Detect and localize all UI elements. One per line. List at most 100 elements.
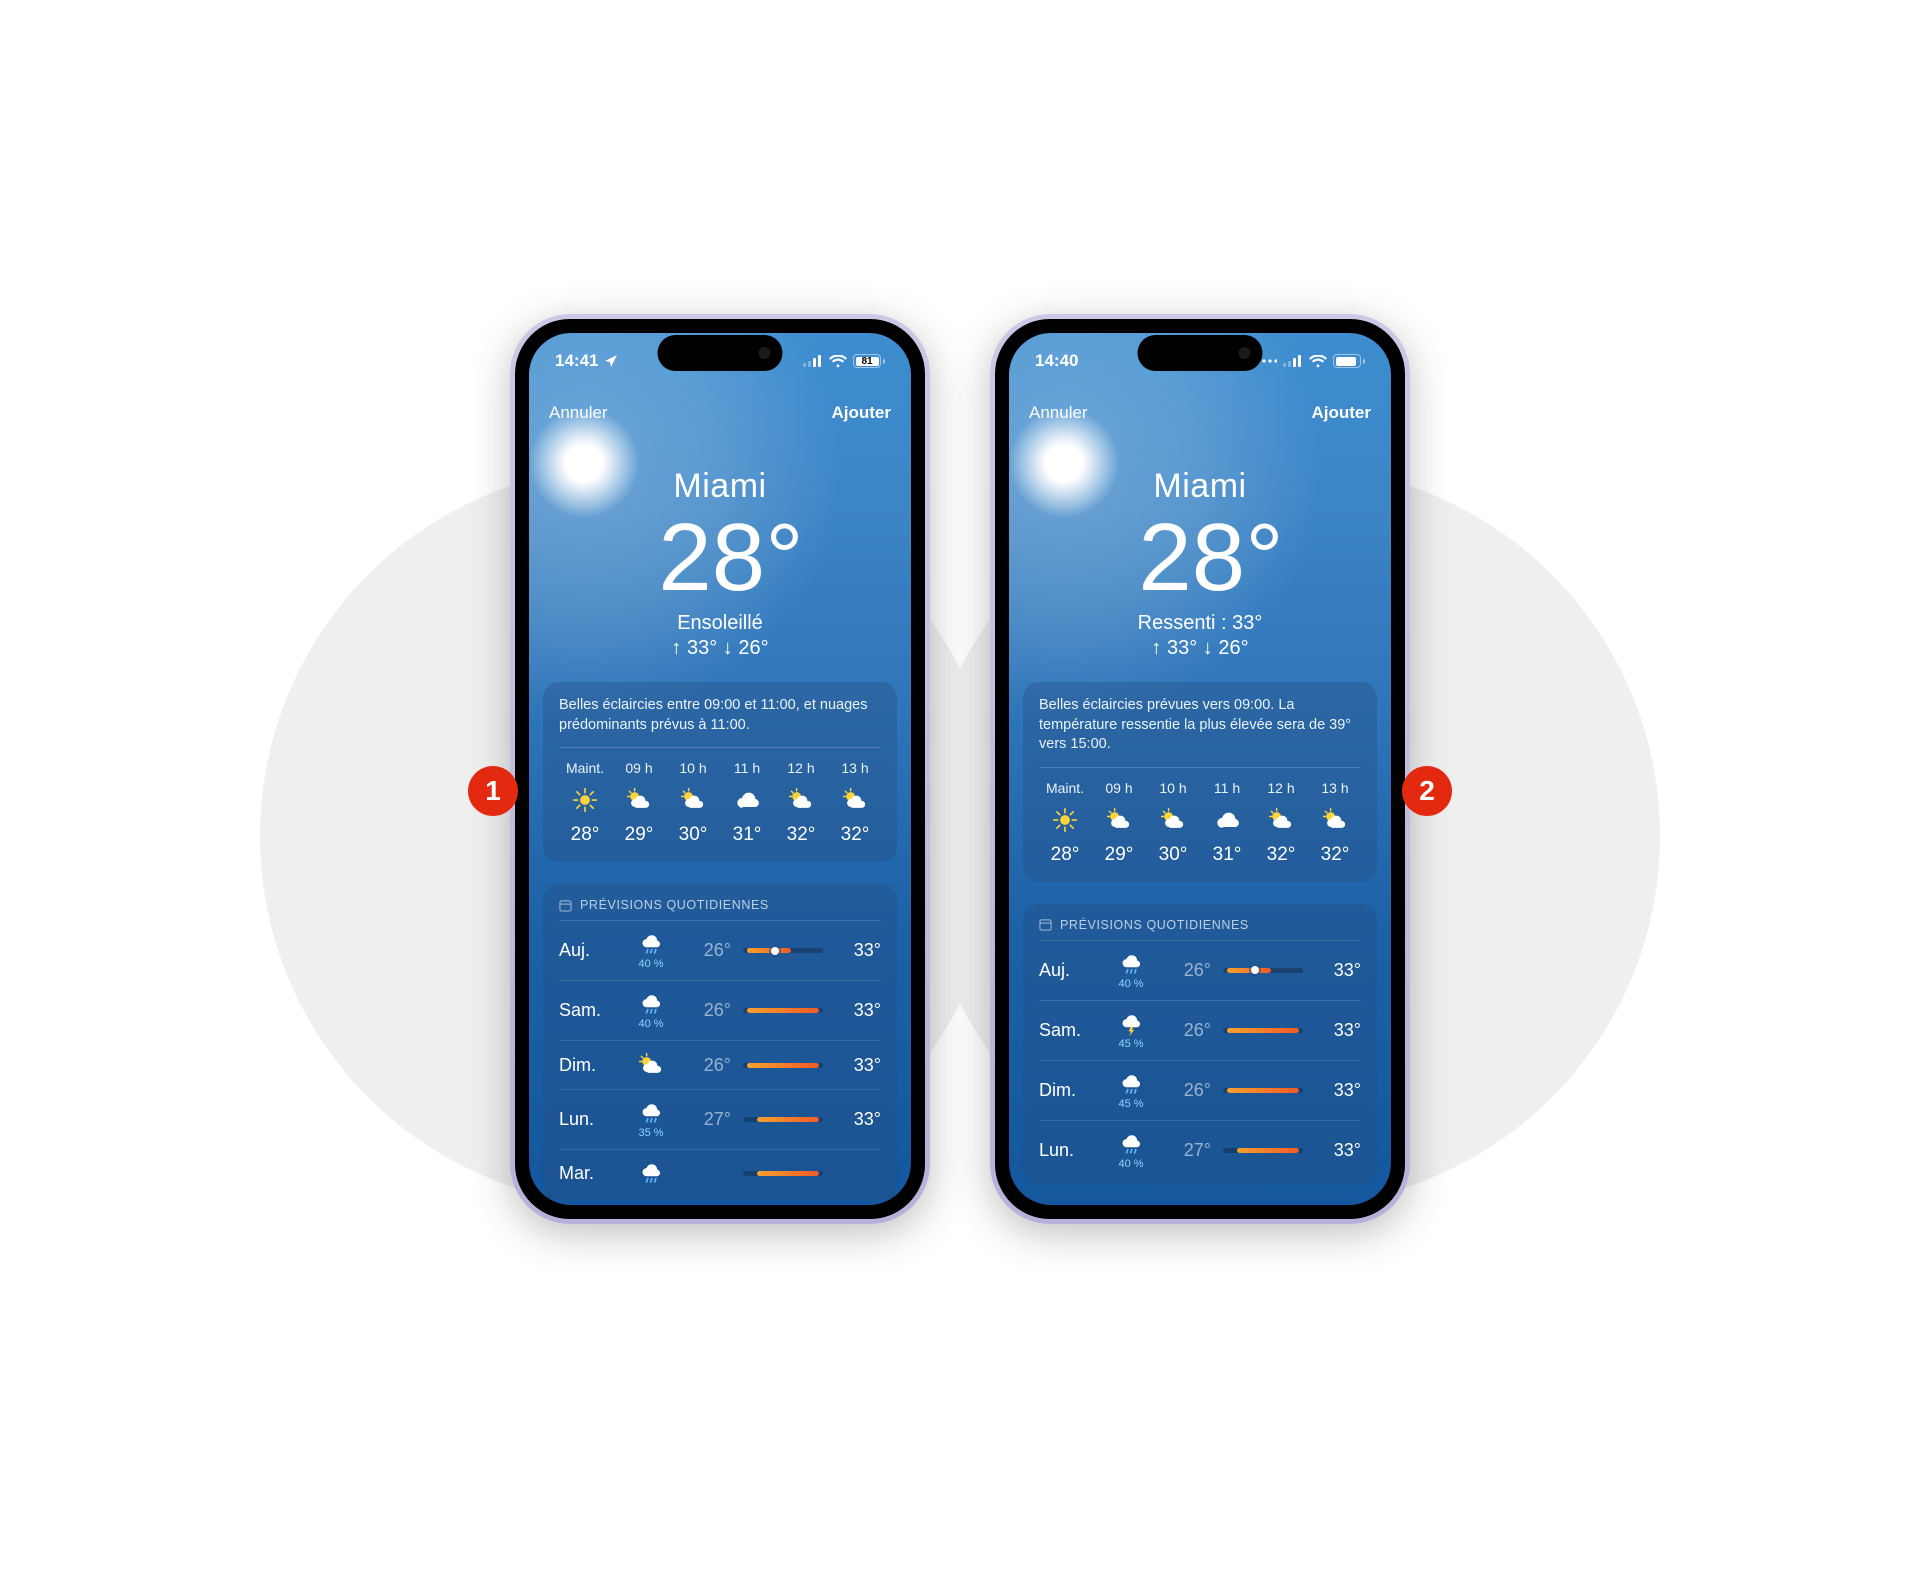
dynamic-island	[1138, 335, 1263, 371]
current-temp: 28°	[529, 510, 911, 606]
partly-sun-icon	[625, 786, 653, 814]
current-conditions: Miami 28° Ressenti : 33° ↑ 33° ↓ 26°	[1009, 423, 1391, 660]
callout-badge-1: 1	[468, 766, 518, 816]
daily-row[interactable]: Sam. 40 % 26° 33°	[559, 980, 881, 1040]
hourly-temp: 30°	[679, 824, 708, 846]
rain-icon	[629, 1160, 673, 1186]
partly-sun-icon	[1321, 806, 1349, 834]
dynamic-island	[658, 335, 783, 371]
daily-day-label: Auj.	[1039, 960, 1097, 981]
daily-low-temp: 26°	[1165, 1020, 1211, 1041]
hourly-temp: 31°	[1213, 844, 1242, 866]
hourly-time-label: 09 h	[1105, 780, 1132, 796]
hourly-forecast-item: 11 h 31°	[721, 760, 773, 846]
wifi-icon	[829, 355, 847, 368]
hourly-forecast-card[interactable]: Belles éclaircies entre 09:00 et 11:00, …	[543, 682, 897, 862]
temp-range-bar	[743, 1171, 823, 1176]
cancel-button[interactable]: Annuler	[549, 403, 608, 423]
phone-mockup-2: 14:40 Annuler Ajouter Miami 28° Ressenti…	[990, 314, 1410, 1224]
temp-range-bar	[743, 1117, 823, 1122]
daily-high-temp: 33°	[1315, 1140, 1361, 1161]
hourly-forecast-item: 09 h 29°	[1093, 780, 1145, 866]
precip-percentage: 45 %	[1118, 1098, 1143, 1110]
battery-indicator	[1333, 354, 1365, 368]
hourly-time-label: 10 h	[1159, 780, 1186, 796]
rain-icon: 40 %	[629, 931, 673, 970]
hourly-forecast-item: 12 h 32°	[1255, 780, 1307, 866]
add-button[interactable]: Ajouter	[832, 403, 892, 423]
rain-icon: 35 %	[629, 1100, 673, 1139]
comparison-stage: 1 2 14:41 81 Annuler Ajouter Miami	[360, 296, 1560, 1281]
daily-row[interactable]: Mar.	[559, 1149, 881, 1196]
partly-sun-icon	[629, 1051, 673, 1079]
daily-low-temp: 27°	[685, 1109, 731, 1130]
partly-sun-icon	[1105, 806, 1133, 834]
status-time: 14:40	[1035, 351, 1078, 371]
high-low-temp: ↑ 33° ↓ 26°	[1009, 637, 1391, 660]
add-button[interactable]: Ajouter	[1312, 403, 1372, 423]
temp-range-bar	[1223, 1088, 1303, 1093]
hourly-forecast-item: 10 h 30°	[1147, 780, 1199, 866]
daily-forecast-card[interactable]: PRÉVISIONS QUOTIDIENNES Auj. 40 % 26° 33…	[1023, 904, 1377, 1184]
hourly-temp: 32°	[841, 824, 870, 846]
hourly-forecast-item: 12 h 32°	[775, 760, 827, 846]
temp-range-bar	[1223, 968, 1303, 973]
daily-forecast-card[interactable]: PRÉVISIONS QUOTIDIENNES Auj. 40 % 26° 33…	[543, 884, 897, 1200]
partly-sun-icon	[1267, 806, 1295, 834]
hourly-temp: 32°	[1267, 844, 1296, 866]
hourly-temp: 29°	[625, 824, 654, 846]
precip-percentage: 40 %	[638, 1018, 663, 1030]
precip-percentage: 35 %	[638, 1127, 663, 1139]
daily-row[interactable]: Dim. 45 % 26° 33°	[1039, 1060, 1361, 1120]
hourly-time-label: 10 h	[679, 760, 706, 776]
hourly-temp: 29°	[1105, 844, 1134, 866]
daily-row[interactable]: Auj. 40 % 26° 33°	[559, 920, 881, 980]
daily-low-temp: 26°	[685, 1000, 731, 1021]
modal-nav: Annuler Ajouter	[1009, 389, 1391, 423]
precip-percentage: 40 %	[1118, 978, 1143, 990]
precip-percentage: 40 %	[638, 958, 663, 970]
hourly-time-label: 11 h	[734, 760, 760, 776]
hourly-forecast-item: 09 h 29°	[613, 760, 665, 846]
storm-icon: 45 %	[1109, 1011, 1153, 1050]
rain-icon: 40 %	[629, 991, 673, 1030]
hourly-temp: 31°	[733, 824, 762, 846]
hourly-forecast-item: 11 h 31°	[1201, 780, 1253, 866]
daily-day-label: Lun.	[559, 1109, 617, 1130]
battery-indicator: 81	[853, 354, 885, 368]
hourly-forecast-row[interactable]: Maint. 28° 09 h 29° 10 h 30° 11 h 31° 12…	[559, 748, 881, 846]
hourly-temp: 30°	[1159, 844, 1188, 866]
daily-high-temp: 33°	[835, 940, 881, 961]
location-name: Miami	[529, 467, 911, 506]
daily-day-label: Sam.	[559, 1000, 617, 1021]
hourly-time-label: Maint.	[566, 760, 604, 776]
hourly-time-label: 12 h	[1267, 780, 1294, 796]
hourly-forecast-row[interactable]: Maint. 28° 09 h 29° 10 h 30° 11 h 31° 12…	[1039, 768, 1361, 866]
partly-sun-icon	[787, 786, 815, 814]
cancel-button[interactable]: Annuler	[1029, 403, 1088, 423]
hourly-time-label: Maint.	[1046, 780, 1084, 796]
location-arrow-icon	[604, 354, 618, 368]
partly-sun-icon	[841, 786, 869, 814]
modal-nav: Annuler Ajouter	[529, 389, 911, 423]
cloud-icon	[1213, 806, 1241, 834]
hourly-forecast-item: Maint. 28°	[559, 760, 611, 846]
condition-text: Ressenti : 33°	[1009, 612, 1391, 635]
phone-mockup-1: 14:41 81 Annuler Ajouter Miami 28° Ensol…	[510, 314, 930, 1224]
partly-sun-icon	[679, 786, 707, 814]
calendar-icon	[1039, 918, 1052, 931]
forecast-blurb: Belles éclaircies prévues vers 09:00. La…	[1039, 696, 1361, 768]
daily-day-label: Dim.	[559, 1055, 617, 1076]
rain-icon: 40 %	[1109, 951, 1153, 990]
hourly-time-label: 13 h	[841, 760, 868, 776]
hourly-forecast-card[interactable]: Belles éclaircies prévues vers 09:00. La…	[1023, 682, 1377, 882]
rain-icon: 40 %	[1109, 1131, 1153, 1170]
daily-row[interactable]: Lun. 35 % 27° 33°	[559, 1089, 881, 1149]
hourly-time-label: 09 h	[625, 760, 652, 776]
daily-day-label: Sam.	[1039, 1020, 1097, 1041]
daily-row[interactable]: Lun. 40 % 27° 33°	[1039, 1120, 1361, 1180]
daily-row[interactable]: Auj. 40 % 26° 33°	[1039, 940, 1361, 1000]
daily-row[interactable]: Sam. 45 % 26° 33°	[1039, 1000, 1361, 1060]
daily-row[interactable]: Dim. 26° 33°	[559, 1040, 881, 1089]
daily-day-label: Mar.	[559, 1163, 617, 1184]
